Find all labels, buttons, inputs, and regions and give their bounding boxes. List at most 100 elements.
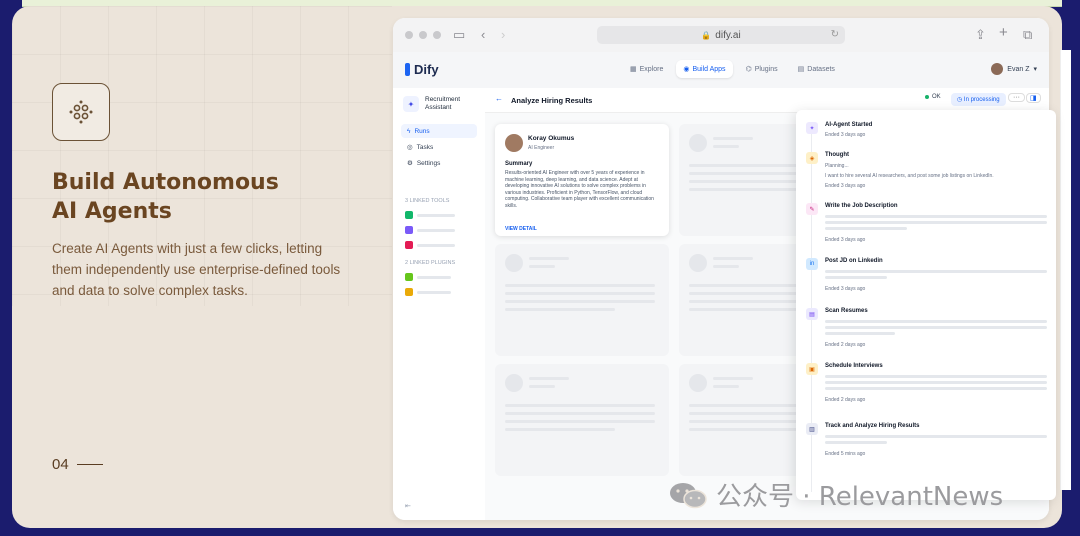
feature-title-line1: Build Autonomous [52, 170, 279, 195]
tool-name-placeholder [417, 228, 455, 232]
plugins-icon: ⌬ [745, 66, 752, 73]
maximize-dot[interactable] [433, 31, 441, 39]
watermark: 公众号 · RelevantNews [668, 476, 1003, 513]
browser-toolbar: ▭ ‹ › 🔒 dify.ai ↻ ⇪ + ⧉ [393, 18, 1049, 53]
close-dot[interactable] [405, 31, 413, 39]
placeholder-line [505, 308, 615, 311]
step-title: Thought [825, 152, 849, 158]
clock-icon: ◷ [957, 97, 964, 103]
summary-title: Summary [505, 161, 533, 167]
candidate-summary: Results-oriented AI Engineer with over 5… [505, 170, 654, 209]
reload-icon[interactable]: ↻ [831, 29, 839, 40]
nav-build-apps-label: Build Apps [692, 65, 726, 73]
address-bar[interactable]: 🔒 dify.ai ↻ [597, 26, 845, 44]
candidate-role: AI Engineer [528, 145, 555, 151]
placeholder-line [505, 420, 655, 423]
lightning-icon: ϟ [407, 127, 411, 135]
placeholder-line [825, 270, 1047, 273]
plugin-icon [405, 273, 413, 281]
sidebar-toggle-icon[interactable]: ▭ [453, 27, 465, 43]
sidebar-item-runs[interactable]: ϟ Runs [401, 124, 477, 138]
candidate-card[interactable]: Koray Okumus AI Engineer Summary Results… [495, 124, 669, 236]
sidebar-item-tasks[interactable]: ◎ Tasks [401, 140, 477, 154]
placeholder-line [505, 412, 655, 415]
status-badge-label: In processing [963, 97, 1000, 103]
logo-text: Dify [414, 62, 439, 77]
tool-icon [405, 226, 413, 234]
linked-tool-item[interactable] [405, 241, 455, 249]
nav-datasets[interactable]: ▤ Datasets [791, 60, 842, 78]
placeholder-avatar [689, 254, 707, 272]
share-icon[interactable]: ⇪ [975, 27, 986, 43]
panel-toggle-button[interactable]: ◨ [1026, 93, 1041, 103]
forward-arrow-icon[interactable]: › [501, 27, 505, 42]
placeholder-line [825, 332, 895, 335]
explore-icon: ▦ [630, 66, 637, 73]
step-title: Post JD on Linkedin [825, 258, 883, 264]
page-indicator: 04 [52, 456, 103, 473]
linked-tool-item[interactable] [405, 226, 455, 234]
placeholder-line [713, 265, 739, 268]
step-title: Track and Analyze Hiring Results [825, 423, 920, 429]
linked-plugin-item[interactable] [405, 273, 451, 281]
plugin-name-placeholder [417, 290, 451, 294]
candidate-name: Koray Okumus [528, 135, 575, 142]
calendar-icon: ▣ [806, 363, 818, 375]
dify-logo[interactable]: Dify [405, 62, 439, 77]
sidebar-item-settings[interactable]: ⚙ Settings [401, 156, 477, 170]
placeholder-line [689, 188, 799, 191]
document-icon: ▤ [806, 308, 818, 320]
tool-name-placeholder [417, 243, 455, 247]
agent-dots-icon [52, 83, 110, 141]
build-apps-icon: ◉ [683, 66, 690, 73]
placeholder-line [825, 221, 1047, 224]
page-number-line [76, 464, 103, 465]
placeholder-avatar [505, 374, 523, 392]
linked-tool-item[interactable] [405, 211, 455, 219]
nav-plugins[interactable]: ⌬ Plugins [739, 60, 785, 78]
lock-icon: 🔒 [701, 30, 712, 40]
nav-build-apps[interactable]: ◉ Build Apps [676, 60, 733, 78]
user-menu[interactable]: Evan Z ▾ [991, 63, 1037, 75]
app-header: Dify ▦ Explore ◉ Build Apps ⌬ Plugins ▤ Data… [393, 52, 1049, 88]
status-ok: OK [925, 94, 941, 100]
step-time: Ended 2 days ago [825, 397, 866, 403]
sidebar-item-label: Tasks [416, 143, 434, 151]
collapse-sidebar-icon[interactable]: ⇤ [405, 502, 411, 510]
minimize-dot[interactable] [419, 31, 427, 39]
more-button[interactable]: ··· [1008, 93, 1025, 102]
linked-plugin-item[interactable] [405, 288, 451, 296]
tool-icon [405, 211, 413, 219]
placeholder-line [713, 137, 753, 140]
placeholder-line [529, 377, 569, 380]
window-controls[interactable] [405, 31, 441, 39]
view-detail-link[interactable]: VIEW DETAIL [505, 226, 537, 232]
gear-icon: ⚙ [407, 160, 413, 167]
linked-tools-title: 3 LINKED TOOLS [405, 198, 450, 204]
placeholder-line [825, 441, 887, 444]
placeholder-line [505, 300, 655, 303]
placeholder-line [689, 428, 799, 431]
page-number: 04 [52, 456, 69, 473]
tasks-icon: ◎ [407, 144, 413, 151]
placeholder-card [495, 244, 669, 356]
placeholder-line [529, 257, 569, 260]
step-title: Scan Resumes [825, 308, 868, 314]
step-thought-text: I want to hire several AI researchers, a… [825, 173, 994, 179]
lightbulb-icon: ◈ [806, 152, 818, 164]
new-tab-icon[interactable]: + [999, 24, 1008, 41]
user-name: Evan Z [1007, 65, 1030, 73]
nav-explore[interactable]: ▦ Explore [623, 60, 670, 78]
placeholder-avatar [689, 134, 707, 152]
url-text: dify.ai [715, 29, 741, 41]
plugin-name-placeholder [417, 275, 451, 279]
placeholder-line [529, 265, 555, 268]
step-title: Write the Job Description [825, 203, 898, 209]
tabs-overview-icon[interactable]: ⧉ [1023, 27, 1032, 43]
back-arrow-icon[interactable]: ← [495, 94, 503, 103]
back-arrow-icon[interactable]: ‹ [481, 27, 485, 42]
placeholder-avatar [689, 374, 707, 392]
app-name: Recruitment Assistant [425, 96, 461, 111]
watermark-text: 公众号 · RelevantNews [716, 482, 1004, 512]
datasets-icon: ▤ [797, 66, 805, 73]
